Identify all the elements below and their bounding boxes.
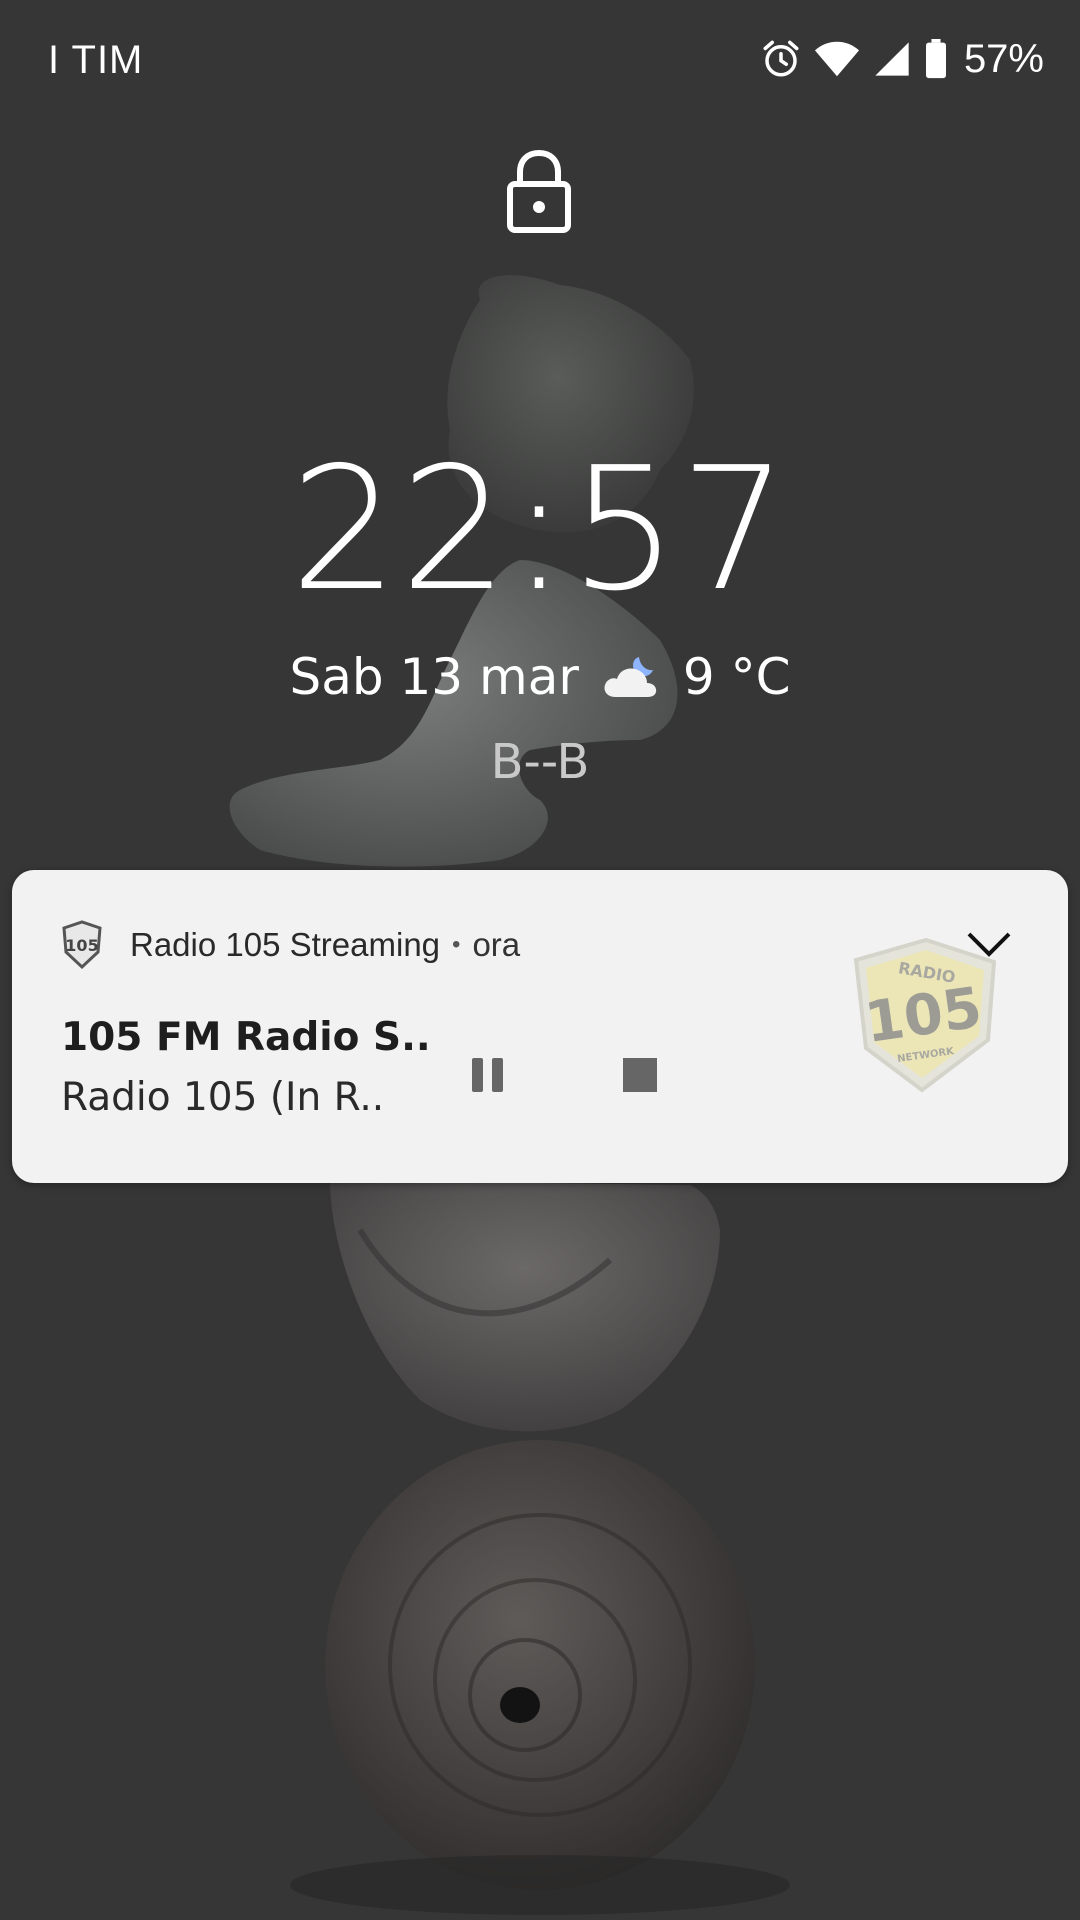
notification-time: ora [472,926,521,963]
app-icon-text: 105 [65,936,98,955]
media-subtitle: Radio 105 (In R.. [61,1075,385,1120]
pause-icon[interactable] [458,1045,518,1105]
signal-icon [875,42,909,76]
battery-percent: 57% [963,36,1044,81]
temperature-label: 9 °C [682,648,791,706]
app-name: Radio 105 Streaming [130,926,441,963]
status-bar: I TIM 57% [0,0,1080,120]
stop-icon[interactable] [610,1045,670,1105]
notification-header: 105 Radio 105 Streaming • ora [58,920,520,970]
media-title: 105 FM Radio S.. [61,1015,431,1060]
media-notification[interactable]: 105 Radio 105 Streaming • ora 105 FM Rad… [12,870,1068,1183]
radio-105-logo-icon: 105 [62,920,102,970]
battery-icon [925,39,946,79]
header-separator: • [452,931,461,958]
owner-info: B--B [490,734,590,790]
date-label: Sab 13 mar [289,648,579,706]
lock-screen: I TIM 57% 22:57 Sab 13 mar 9 °C B--B 105… [0,0,1080,1920]
alarm-icon [763,40,799,77]
album-art-radio-105: RADIO 105 NETWORK [853,938,997,1093]
lock-icon[interactable] [506,150,572,234]
date-weather-row[interactable]: Sab 13 mar 9 °C [0,648,1080,706]
wifi-icon [814,41,859,77]
partly-cloudy-night-icon [604,657,657,697]
carrier-label: I TIM [48,38,144,82]
lockscreen-clock: 22:57 [290,431,790,629]
status-icons: 57% [760,34,1044,84]
